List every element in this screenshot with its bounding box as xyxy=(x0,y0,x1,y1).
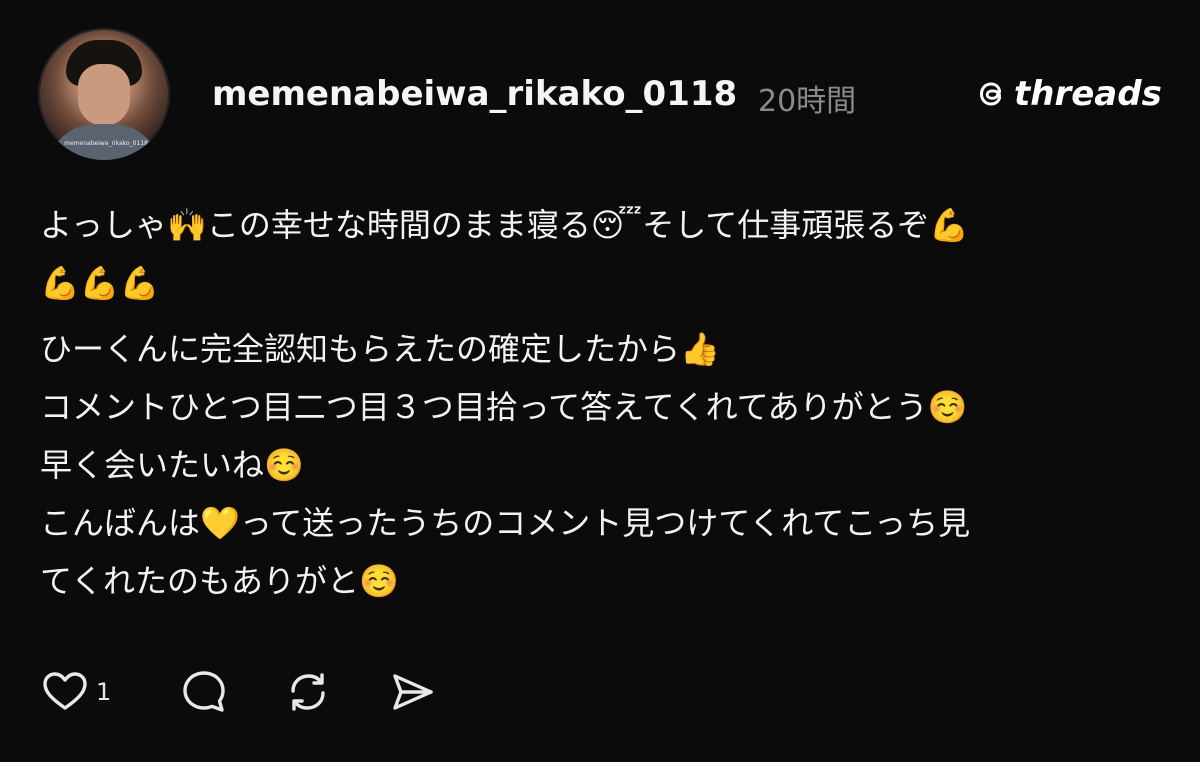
body-line: よっしゃ🙌この幸せな時間のまま寝る😴そして仕事頑張るぞ💪 xyxy=(40,206,970,244)
action-bar: 1 xyxy=(40,662,491,722)
reply-button[interactable] xyxy=(179,667,229,717)
body-line: コメントひとつ目二つ目３つ目拾って答えてくれてありがとう☺️ xyxy=(40,388,968,426)
repost-button[interactable] xyxy=(283,667,333,717)
threads-logo-icon xyxy=(979,82,1002,106)
avatar-watermark: memenabeiwa_rikako_0118 xyxy=(64,140,148,147)
avatar[interactable]: memenabeiwa_rikako_0118 xyxy=(38,28,170,160)
repost-icon xyxy=(291,673,325,711)
body-line: こんばんは💛って送ったうちのコメント見つけてくれてこっち見 xyxy=(40,504,971,542)
share-button[interactable] xyxy=(387,667,437,717)
threads-brand: threads xyxy=(972,72,1162,116)
paragraph-1: よっしゃ🙌この幸せな時間のまま寝る😴そして仕事頑張るぞ💪 💪💪💪 xyxy=(40,196,1150,312)
paragraph-2: ひーくんに完全認知もらえたの確定したから👍 コメントひとつ目二つ目３つ目拾って答… xyxy=(40,320,1150,610)
like-count: 1 xyxy=(96,678,112,706)
like-button[interactable]: 1 xyxy=(40,667,125,717)
send-icon xyxy=(393,674,433,710)
body-line: 早く会いたいね☺️ xyxy=(40,446,304,484)
post-header: memenabeiwa_rikako_0118 memenabeiwa_rika… xyxy=(38,28,1168,162)
post-body: よっしゃ🙌この幸せな時間のまま寝る😴そして仕事頑張るぞ💪 💪💪💪 ひーくんに完全… xyxy=(40,196,1150,618)
avatar-face xyxy=(78,64,130,126)
heart-icon xyxy=(43,672,87,710)
brand-wordmark: threads xyxy=(1014,74,1162,114)
body-line: ひーくんに完全認知もらえたの確定したから👍 xyxy=(40,330,720,368)
body-line: 💪💪💪 xyxy=(40,264,160,302)
comment-icon xyxy=(183,671,225,712)
body-line: てくれたのもありがと☺️ xyxy=(40,562,399,600)
username[interactable]: memenabeiwa_rikako_0118 xyxy=(212,74,737,114)
post-time: 20時間 xyxy=(758,84,857,119)
threads-post: memenabeiwa_rikako_0118 memenabeiwa_rika… xyxy=(0,0,1200,762)
